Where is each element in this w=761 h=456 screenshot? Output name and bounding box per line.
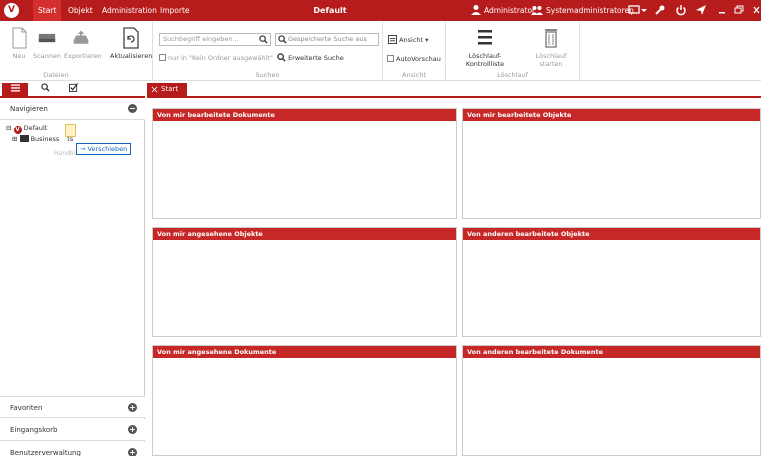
expand-icon[interactable]: + [128,448,137,456]
start-deletion-button[interactable]: Löschlauf starten [524,27,578,68]
move-tooltip: → Verschieben [76,143,132,155]
chevron-down-icon[interactable] [640,4,648,16]
menu-importe[interactable]: Importe [155,0,195,21]
saved-search-select[interactable]: Gespeicherte Suche aus [275,33,379,46]
export-icon [73,30,89,44]
power-icon[interactable] [675,4,687,16]
trash-icon [545,29,557,48]
minimize-icon[interactable] [716,4,728,16]
scan-button[interactable]: Scannen [30,27,64,60]
tab-close-icon[interactable] [151,86,158,93]
panel-header: Von mir angesehene Objekte [153,228,456,240]
section-navigate[interactable]: Navigieren − [0,98,145,120]
ribbon-label-ansicht: Ansicht [401,71,426,79]
panel-header: Von anderen bearbeitete Objekte [463,228,760,240]
export-button[interactable]: Exportieren [64,27,102,60]
extended-search-icon [277,53,286,62]
saved-search-icon [278,35,287,44]
panel-header: Von mir bearbeitete Objekte [463,109,760,121]
list-icon [478,30,492,45]
vault-icon: V [13,126,22,134]
section-inbox-label: Eingangskorb [10,426,58,434]
folder-icon [19,135,29,142]
search-input[interactable]: Suchbegriff eingeben... [159,33,271,46]
menu-icon [10,84,20,92]
ribbon-group-loeschlauf: Löschlauf-Kontrollliste Löschlauf starte… [446,21,580,81]
expand-icon[interactable]: + [128,425,137,434]
refresh-button[interactable]: Aktualisieren [110,27,152,60]
panel-my-viewed-objects: Von mir angesehene Objekte [152,227,457,337]
window-title: Default [313,6,347,15]
tab-divider [147,96,761,98]
expand-icon[interactable]: + [128,403,137,412]
app-logo[interactable]: V [4,3,19,18]
panel-header: Von mir bearbeitete Dokumente [153,109,456,121]
search-icon [40,83,50,92]
tab-navigation[interactable] [2,83,28,96]
title-bar: V Start Objekt Administration Importe De… [0,0,761,21]
send-icon[interactable] [695,4,707,16]
ribbon-group-ansicht: Ansicht ▾ AutoVorschau Ansicht [383,21,446,81]
section-inbox[interactable]: Eingangskorb + [0,419,145,441]
new-document-icon [12,27,27,49]
section-favorites-label: Favoriten [10,404,43,412]
ribbon-group-suchen: Suchbegriff eingeben... nur in "Kein Ord… [153,21,383,81]
ribbon-label-loeschlauf: Löschlauf [497,71,528,79]
left-panel: Navigieren − ⊟ V Default ⊞ Business ts Fa… [0,83,145,456]
chat-icon[interactable] [628,4,640,16]
document-tabs: Start [147,83,761,96]
section-user-admin-label: Benutzerverwaltung [10,449,81,456]
search-icon[interactable] [259,35,268,44]
ribbon-label-dateien: Dateien [43,71,69,79]
group-name[interactable]: Systemadministratoren [546,0,634,21]
section-user-admin[interactable]: Benutzerverwaltung + [0,442,145,456]
extended-search-button[interactable]: Erweiterte Suche [277,53,344,63]
only-in-folder-checkbox[interactable]: nur in "Kein Ordner ausgewählt" [159,54,273,63]
tab-search[interactable] [32,83,58,96]
user-name[interactable]: Administrator [484,0,535,21]
restore-icon[interactable] [733,4,745,16]
checkbox-box [159,54,166,61]
panel-my-viewed-documents: Von mir angesehene Dokumente [152,345,457,456]
menu-start[interactable]: Start [33,0,62,21]
section-navigate-label: Navigieren [10,105,48,113]
wrench-icon[interactable] [654,4,666,16]
ribbon-group-dateien: Neu Scannen Exportieren Aktualisieren Da… [0,21,153,81]
user-icon [471,5,481,15]
collapse-icon[interactable]: − [128,104,137,113]
autopreview-checkbox[interactable]: AutoVorschau [387,55,441,64]
menu-administration[interactable]: Administration [97,0,162,21]
ribbon-label-suchen: Suchen [255,71,280,79]
panel-others-edited-documents: Von anderen bearbeitete Dokumente [462,345,761,456]
left-panel-tabs [0,83,145,96]
tab-tasks[interactable] [60,83,86,96]
panel-header: Von anderen bearbeitete Dokumente [463,346,760,358]
view-dropdown-button[interactable]: Ansicht ▾ [388,35,428,45]
checkbox-box [387,55,394,62]
view-icon [388,35,397,44]
section-favorites[interactable]: Favoriten + [0,396,145,418]
drag-document-icon [65,124,76,137]
panel-header: Von mir angesehene Dokumente [153,346,456,358]
checkbox-icon [68,83,78,92]
close-icon[interactable] [752,4,761,16]
ribbon: Neu Scannen Exportieren Aktualisieren Da… [0,21,761,81]
tree-root[interactable]: ⊟ V Default [6,123,47,134]
scanner-icon [38,33,56,43]
menu-objekt[interactable]: Objekt [63,0,98,21]
deletion-control-list-button[interactable]: Löschlauf-Kontrollliste [450,27,520,68]
group-icon [531,6,543,15]
panel-others-edited-objects: Von anderen bearbeitete Objekte [462,227,761,337]
panel-my-edited-objects: Von mir bearbeitete Objekte [462,108,761,219]
panel-my-edited-documents: Von mir bearbeitete Dokumente [152,108,457,219]
refresh-icon [123,27,139,49]
